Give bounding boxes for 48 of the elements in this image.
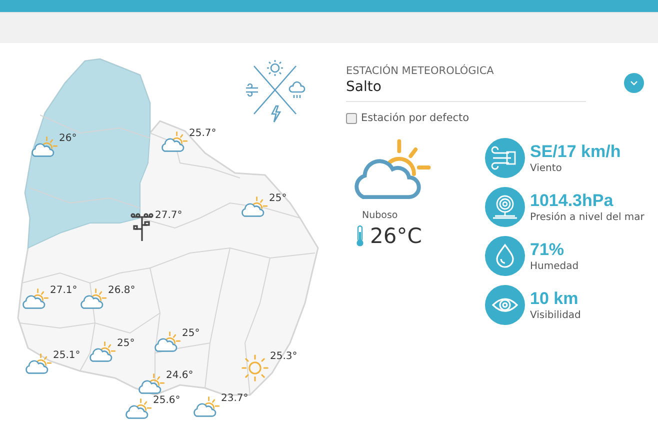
stat-value: SE/17 km/h [530, 142, 621, 162]
cloud-sun-icon [24, 353, 52, 376]
stat-value: 71% [530, 240, 566, 260]
checkbox[interactable] [346, 112, 357, 124]
visibility-icon [485, 285, 525, 325]
station-temperature: 27.7° [155, 210, 182, 221]
station-temperature: 24.6° [166, 370, 194, 381]
field-label: ESTACIÓN METEOROLÓGICA [346, 65, 495, 77]
cloud-sun-icon [79, 288, 107, 310]
stat-label: Visibilidad [530, 310, 581, 321]
cloud-sun-icon [137, 373, 165, 396]
cloud-sun-icon [153, 331, 181, 354]
station-temperature: 25.6° [153, 395, 180, 406]
cloud-sun-icon [21, 288, 49, 310]
station-temperature: 25.3° [270, 351, 298, 362]
stat-label: Viento [530, 163, 563, 174]
condition-text: Nuboso [362, 210, 399, 221]
station-temperature: 25° [182, 328, 200, 339]
cloud-sun-icon [192, 396, 220, 418]
checkbox-label: Estación por defecto [361, 112, 470, 124]
pressure-icon [485, 187, 525, 227]
cloud-sun-icon [124, 398, 152, 420]
cloud-sun-icon [88, 341, 116, 364]
station-temperature: 25° [117, 338, 135, 349]
stat-value: 10 km [530, 289, 580, 309]
stat-label: Presión a nivel del mar [530, 212, 644, 223]
dropdown-button[interactable] [624, 72, 644, 92]
cloud-sun-icon [30, 136, 58, 158]
cloud-sun-icon [160, 131, 188, 154]
sun-icon [241, 354, 269, 382]
temperature: 26°C [370, 224, 422, 248]
stat-label: Humedad [530, 261, 579, 272]
cloud-sun-icon [240, 196, 268, 218]
station-temperature: 26° [59, 133, 77, 144]
chevron-down-icon [630, 80, 638, 86]
weather-station-icon [130, 213, 154, 241]
humidity-icon [485, 236, 525, 276]
station-temperature: 25° [269, 193, 287, 204]
station-temperature: 25.7° [189, 128, 216, 139]
weather-compass-icon [244, 58, 306, 124]
thermometer-icon [356, 224, 364, 247]
station-temperature: 26.8° [108, 285, 136, 296]
stat-value: 1014.3hPa [530, 191, 614, 211]
wind-icon [485, 138, 525, 178]
station-select[interactable]: Salto [346, 77, 586, 102]
station-temperature: 27.1° [50, 285, 78, 296]
station-temperature: 23.7° [221, 393, 248, 404]
station-temperature: 25.1° [53, 350, 80, 361]
